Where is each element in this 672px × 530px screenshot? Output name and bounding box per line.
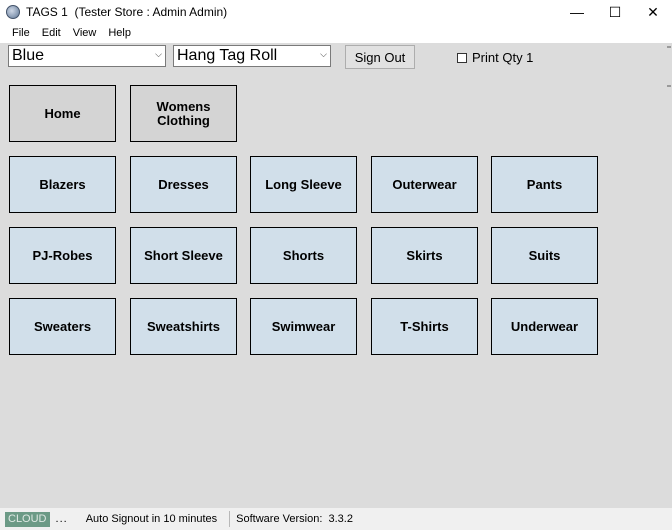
app-icon [6,5,20,19]
cloud-status-badge: CLOUD [5,511,50,527]
window-controls: — ☐ ✕ [558,0,672,24]
home-button-label: Home [44,105,81,121]
category-label: Swimwear [271,318,336,334]
category-tile-swimwear[interactable]: Swimwear [250,298,357,355]
category-label: Dresses [158,176,209,192]
minimize-button[interactable]: — [558,0,596,24]
status-activity-dots: ... [55,513,68,525]
tag-type-select-value: Hang Tag Roll [177,47,278,64]
category-tile-dresses[interactable]: Dresses [130,156,237,213]
chevron-down-icon: ⌵ [155,49,162,59]
software-version-text: Software Version: 3.3.2 [236,513,353,525]
category-tile-blazers[interactable]: Blazers [9,156,116,213]
auto-signout-text: Auto Signout in 10 minutes [85,513,218,525]
category-tile-sweaters[interactable]: Sweaters [9,298,116,355]
print-qty-label: Print Qty 1 [472,50,534,65]
sign-out-button[interactable]: Sign Out [345,45,415,69]
category-tile-short-sleeve[interactable]: Short Sleeve [130,227,237,284]
edge-marker [667,85,671,87]
category-label: T-Shirts [400,318,449,334]
close-button[interactable]: ✕ [634,0,672,24]
category-label: Short Sleeve [144,247,223,263]
category-label: Pants [526,176,563,192]
womens-clothing-button[interactable]: Womens Clothing [130,85,237,142]
category-label: Outerwear [392,176,457,192]
category-tile-pj-robes[interactable]: PJ-Robes [9,227,116,284]
category-label: Suits [528,247,561,263]
edge-marker [667,46,671,48]
home-button[interactable]: Home [9,85,116,142]
color-select-value: Blue [12,47,45,64]
menu-view[interactable]: View [67,24,103,43]
print-qty-checkbox[interactable] [457,52,467,63]
category-tile-long-sleeve[interactable]: Long Sleeve [250,156,357,213]
title-bar: TAGS 1 (Tester Store : Admin Admin) — ☐ … [0,0,672,24]
category-label: Skirts [406,247,443,263]
maximize-button[interactable]: ☐ [596,0,634,24]
category-label: Blazers [39,176,86,192]
menu-file[interactable]: File [6,24,36,43]
tag-type-select[interactable]: Hang Tag Roll ⌵ [173,45,331,67]
status-divider [229,511,231,527]
category-label: Underwear [510,318,579,334]
print-qty-option[interactable]: Print Qty 1 [457,50,533,65]
category-tile-suits[interactable]: Suits [491,227,598,284]
category-tile-outerwear[interactable]: Outerwear [371,156,478,213]
womens-clothing-button-label: Womens Clothing [156,98,211,128]
window-title: TAGS 1 (Tester Store : Admin Admin) [26,5,228,19]
category-tile-t-shirts[interactable]: T-Shirts [371,298,478,355]
menu-bar: File Edit View Help [0,24,672,44]
menu-help[interactable]: Help [102,24,137,43]
category-tile-underwear[interactable]: Underwear [491,298,598,355]
category-label: PJ-Robes [32,247,93,263]
category-tile-sweatshirts[interactable]: Sweatshirts [130,298,237,355]
category-label: Shorts [282,247,325,263]
category-label: Sweatshirts [147,318,220,334]
status-bar: CLOUD ... Auto Signout in 10 minutes Sof… [0,508,672,530]
category-tile-skirts[interactable]: Skirts [371,227,478,284]
category-label: Long Sleeve [265,176,342,192]
menu-edit[interactable]: Edit [36,24,67,43]
chevron-down-icon: ⌵ [320,49,327,59]
category-tile-pants[interactable]: Pants [491,156,598,213]
category-tile-shorts[interactable]: Shorts [250,227,357,284]
category-label: Sweaters [33,318,92,334]
color-select[interactable]: Blue ⌵ [8,45,166,67]
